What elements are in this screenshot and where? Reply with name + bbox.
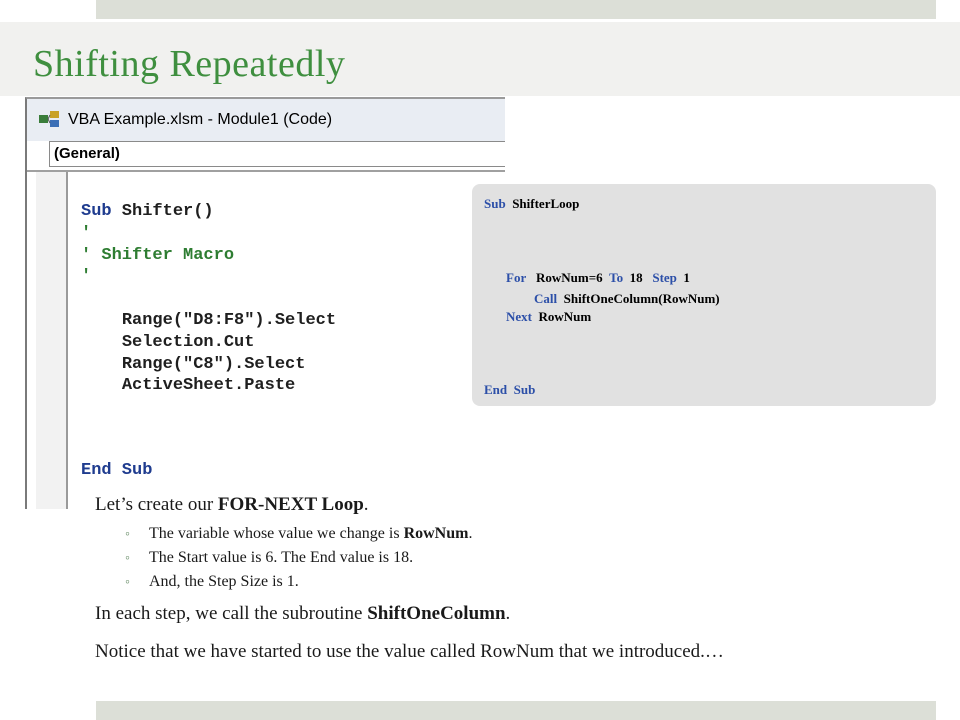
panel-keyword-call: Call bbox=[534, 291, 558, 306]
panel-for-line: For RowNum=6 To 18 Step 1 bbox=[506, 270, 690, 286]
bullet-icon: ◦ bbox=[125, 551, 130, 566]
vba-margin-column bbox=[36, 172, 68, 509]
paragraph-rownum-note: Notice that we have started to use the v… bbox=[95, 641, 724, 662]
object-dropdown-value: (General) bbox=[54, 145, 120, 162]
vba-window-title: VBA Example.xlsm - Module1 (Code) bbox=[68, 111, 333, 128]
panel-keyword-for: For bbox=[506, 270, 527, 285]
bottom-accent-bar bbox=[96, 701, 936, 720]
panel-next-var: RowNum bbox=[538, 309, 592, 324]
panel-keyword-to: To bbox=[609, 270, 624, 285]
vba-project-icon bbox=[39, 111, 59, 127]
panel-next-line: Next RowNum bbox=[506, 309, 591, 325]
code-line: Selection.Cut bbox=[121, 332, 255, 352]
object-dropdown[interactable]: (General) bbox=[49, 141, 505, 167]
code-line: Range("C8").Select bbox=[121, 354, 306, 374]
panel-to-value: 18 bbox=[629, 270, 643, 285]
code-callout-panel: Sub ShifterLoop For RowNum=6 To 18 Step … bbox=[472, 184, 936, 406]
code-comment: ' Shifter Macro bbox=[81, 245, 235, 265]
paragraph-call-subroutine: In each step, we call the subroutine Shi… bbox=[95, 603, 510, 625]
vba-titlebar: VBA Example.xlsm - Module1 (Code) bbox=[27, 99, 505, 141]
panel-step-value: 1 bbox=[683, 270, 690, 285]
bullet-icon: ◦ bbox=[125, 575, 130, 590]
paragraph-for-next: Let’s create our FOR-NEXT Loop. bbox=[95, 494, 369, 516]
slide-title: Shifting Repeatedly bbox=[33, 43, 346, 85]
panel-call-line: Call ShiftOneColumn(RowNum) bbox=[534, 291, 720, 307]
panel-sub-line: Sub ShifterLoop bbox=[484, 196, 579, 212]
bold-text: FOR-NEXT Loop bbox=[217, 494, 364, 515]
panel-keyword-sub: Sub bbox=[484, 196, 506, 211]
panel-keyword-step: Step bbox=[652, 270, 677, 285]
bullet-icon: ◦ bbox=[125, 527, 130, 542]
panel-keyword-next: Next bbox=[506, 309, 532, 324]
bold-text: RowNum bbox=[403, 525, 469, 542]
bold-text: ShiftOneColumn bbox=[367, 603, 506, 624]
text-span: Let’s create our bbox=[95, 494, 218, 515]
vba-separator bbox=[27, 170, 505, 172]
code-line: Range("D8:F8").Select bbox=[121, 310, 337, 330]
text-span: In each step, we call the subroutine bbox=[95, 603, 368, 624]
code-comment-quote: ' bbox=[81, 267, 92, 287]
panel-for-var: RowNum=6 bbox=[535, 270, 603, 285]
vba-editor-screenshot: VBA Example.xlsm - Module1 (Code) (Gener… bbox=[25, 97, 505, 509]
text-span: The variable whose value we change is bbox=[149, 525, 404, 542]
top-accent-bar bbox=[96, 0, 936, 19]
code-end-sub: End Sub bbox=[81, 461, 153, 480]
text-span: The Start value is 6. The End value is 1… bbox=[149, 549, 414, 566]
text-span: . bbox=[363, 494, 369, 515]
bullet-item-step: ◦ And, the Step Size is 1. bbox=[125, 573, 299, 591]
bullet-item-start-end: ◦ The Start value is 6. The End value is … bbox=[125, 549, 413, 567]
panel-call-target: ShiftOneColumn(RowNum) bbox=[563, 291, 720, 306]
code-keyword-sub: Sub bbox=[81, 202, 112, 221]
panel-sub-name: ShifterLoop bbox=[512, 196, 580, 211]
vba-code-block: Sub Shifter() ' ' Shifter Macro ' Range(… bbox=[81, 201, 336, 397]
panel-end-line: End Sub bbox=[484, 382, 535, 398]
code-sub-name: Shifter() bbox=[111, 202, 214, 221]
text-span: . bbox=[505, 603, 511, 624]
panel-keyword-end-sub: Sub bbox=[513, 382, 536, 397]
code-comment-quote: ' bbox=[81, 223, 92, 243]
panel-keyword-end: End bbox=[484, 382, 508, 397]
code-line: ActiveSheet.Paste bbox=[121, 376, 296, 396]
text-span: And, the Step Size is 1. bbox=[149, 573, 299, 590]
text-span: . bbox=[468, 525, 473, 542]
bullet-item-variable: ◦ The variable whose value we change is R… bbox=[125, 525, 472, 543]
